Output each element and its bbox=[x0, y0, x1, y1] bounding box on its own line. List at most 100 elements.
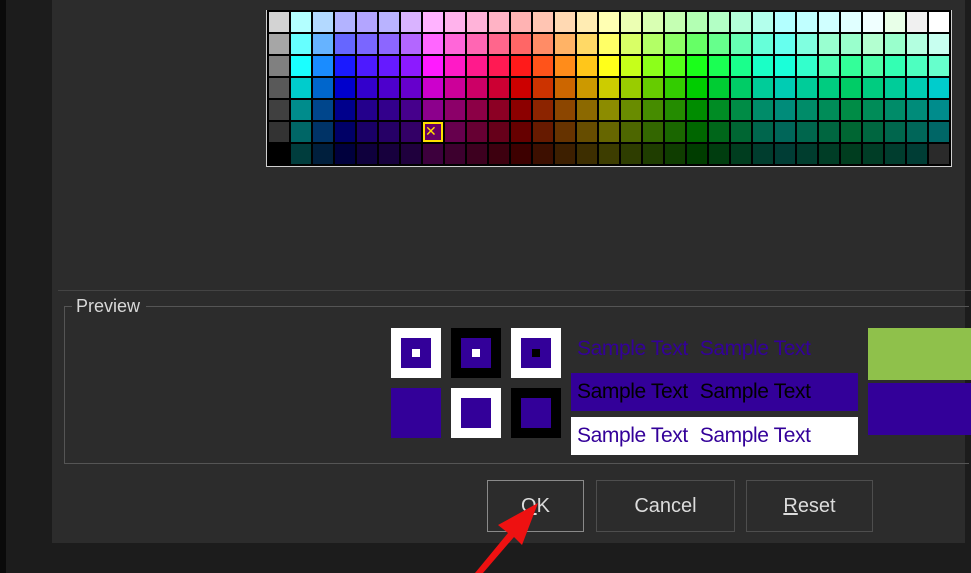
palette-swatch[interactable] bbox=[357, 122, 377, 142]
palette-swatch[interactable] bbox=[269, 12, 289, 32]
palette-swatch[interactable] bbox=[775, 12, 795, 32]
palette-swatch[interactable] bbox=[577, 78, 597, 98]
palette-swatch[interactable] bbox=[665, 34, 685, 54]
palette-swatch[interactable] bbox=[643, 34, 663, 54]
palette-swatch[interactable] bbox=[401, 34, 421, 54]
palette-swatch[interactable] bbox=[313, 122, 333, 142]
palette-swatch[interactable] bbox=[643, 122, 663, 142]
palette-swatch[interactable] bbox=[885, 78, 905, 98]
palette-swatch[interactable] bbox=[269, 144, 289, 164]
palette-swatch[interactable] bbox=[533, 78, 553, 98]
palette-swatch[interactable] bbox=[401, 122, 421, 142]
palette-swatch[interactable] bbox=[269, 122, 289, 142]
palette-swatch[interactable] bbox=[687, 144, 707, 164]
palette-swatch[interactable] bbox=[313, 56, 333, 76]
palette-swatch[interactable] bbox=[379, 122, 399, 142]
palette-swatch[interactable] bbox=[841, 34, 861, 54]
palette-swatch-selected[interactable] bbox=[423, 122, 443, 142]
palette-swatch[interactable] bbox=[555, 100, 575, 120]
palette-swatch[interactable] bbox=[907, 12, 927, 32]
palette-swatch[interactable] bbox=[819, 122, 839, 142]
palette-swatch[interactable] bbox=[753, 12, 773, 32]
palette-swatch[interactable] bbox=[863, 12, 883, 32]
palette-swatch[interactable] bbox=[907, 78, 927, 98]
palette-swatch[interactable] bbox=[753, 78, 773, 98]
palette-swatch[interactable] bbox=[489, 12, 509, 32]
palette-swatch[interactable] bbox=[643, 56, 663, 76]
palette-swatch[interactable] bbox=[533, 122, 553, 142]
palette-swatch[interactable] bbox=[753, 56, 773, 76]
palette-swatch[interactable] bbox=[929, 100, 949, 120]
palette-swatch[interactable] bbox=[687, 78, 707, 98]
palette-swatch[interactable] bbox=[929, 78, 949, 98]
palette-swatch[interactable] bbox=[313, 12, 333, 32]
palette-swatch[interactable] bbox=[577, 100, 597, 120]
palette-swatch[interactable] bbox=[577, 34, 597, 54]
palette-swatch[interactable] bbox=[577, 144, 597, 164]
palette-swatch[interactable] bbox=[665, 122, 685, 142]
palette-swatch[interactable] bbox=[687, 122, 707, 142]
palette-swatch[interactable] bbox=[709, 56, 729, 76]
palette-swatch[interactable] bbox=[621, 34, 641, 54]
palette-swatch[interactable] bbox=[379, 12, 399, 32]
palette-swatch[interactable] bbox=[445, 144, 465, 164]
palette-swatch[interactable] bbox=[841, 12, 861, 32]
palette-swatch[interactable] bbox=[621, 12, 641, 32]
palette-swatch[interactable] bbox=[423, 78, 443, 98]
palette-swatch[interactable] bbox=[863, 78, 883, 98]
palette-swatch[interactable] bbox=[269, 78, 289, 98]
palette-swatch[interactable] bbox=[467, 144, 487, 164]
palette-swatch[interactable] bbox=[511, 78, 531, 98]
palette-swatch[interactable] bbox=[709, 34, 729, 54]
palette-swatch[interactable] bbox=[291, 12, 311, 32]
palette-swatch[interactable] bbox=[929, 34, 949, 54]
palette-swatch[interactable] bbox=[401, 12, 421, 32]
palette-swatch[interactable] bbox=[357, 56, 377, 76]
palette-swatch[interactable] bbox=[775, 122, 795, 142]
palette-swatch[interactable] bbox=[709, 122, 729, 142]
palette-swatch[interactable] bbox=[291, 100, 311, 120]
palette-swatch[interactable] bbox=[599, 12, 619, 32]
palette-swatch[interactable] bbox=[907, 34, 927, 54]
palette-swatch[interactable] bbox=[467, 122, 487, 142]
palette-swatch[interactable] bbox=[489, 34, 509, 54]
palette-swatch[interactable] bbox=[797, 144, 817, 164]
palette-swatch[interactable] bbox=[291, 56, 311, 76]
palette-swatch[interactable] bbox=[863, 34, 883, 54]
palette-swatch[interactable] bbox=[863, 144, 883, 164]
palette-swatch[interactable] bbox=[643, 144, 663, 164]
palette-swatch[interactable] bbox=[511, 122, 531, 142]
palette-swatch[interactable] bbox=[335, 100, 355, 120]
palette-swatch[interactable] bbox=[841, 122, 861, 142]
palette-swatch[interactable] bbox=[489, 100, 509, 120]
palette-swatch[interactable] bbox=[313, 144, 333, 164]
palette-swatch[interactable] bbox=[357, 12, 377, 32]
palette-swatch[interactable] bbox=[687, 56, 707, 76]
palette-swatch[interactable] bbox=[467, 12, 487, 32]
palette-swatch[interactable] bbox=[885, 56, 905, 76]
palette-swatch[interactable] bbox=[555, 56, 575, 76]
palette-swatch[interactable] bbox=[445, 56, 465, 76]
palette-swatch[interactable] bbox=[885, 144, 905, 164]
palette-swatch[interactable] bbox=[819, 12, 839, 32]
palette-swatch[interactable] bbox=[599, 34, 619, 54]
palette-swatch[interactable] bbox=[687, 12, 707, 32]
palette-swatch[interactable] bbox=[885, 100, 905, 120]
palette-swatch[interactable] bbox=[401, 56, 421, 76]
palette-swatch[interactable] bbox=[599, 122, 619, 142]
palette-swatch[interactable] bbox=[269, 100, 289, 120]
palette-swatch[interactable] bbox=[841, 144, 861, 164]
palette-swatch[interactable] bbox=[731, 56, 751, 76]
palette-swatch[interactable] bbox=[577, 122, 597, 142]
palette-swatch[interactable] bbox=[753, 100, 773, 120]
palette-swatch[interactable] bbox=[357, 100, 377, 120]
palette-swatch[interactable] bbox=[841, 78, 861, 98]
palette-swatch[interactable] bbox=[709, 78, 729, 98]
palette-swatch[interactable] bbox=[775, 56, 795, 76]
palette-swatch[interactable] bbox=[357, 144, 377, 164]
palette-swatch[interactable] bbox=[643, 78, 663, 98]
palette-swatch[interactable] bbox=[467, 34, 487, 54]
palette-swatch[interactable] bbox=[313, 78, 333, 98]
palette-swatch[interactable] bbox=[511, 34, 531, 54]
palette-swatch[interactable] bbox=[555, 12, 575, 32]
